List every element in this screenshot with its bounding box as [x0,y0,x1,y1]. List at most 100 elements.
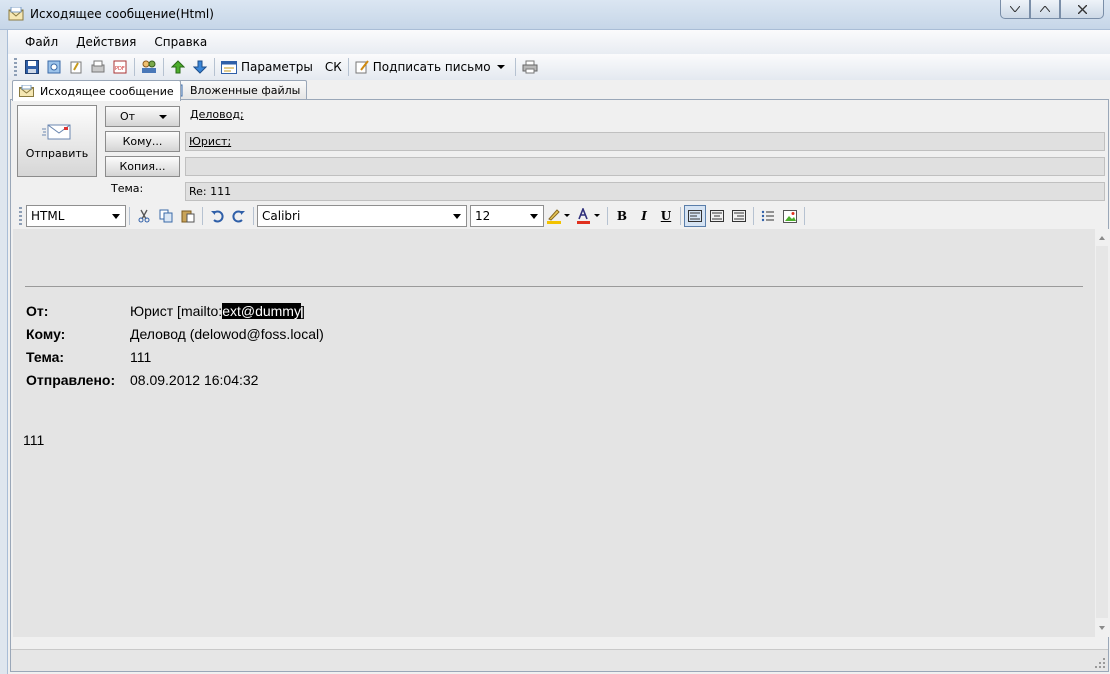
mode-select[interactable]: HTML [26,205,126,227]
menu-help[interactable]: Справка [145,30,216,54]
highlighter-icon [547,209,570,224]
quoted-subject-label: Тема: [26,349,65,365]
undo-icon [211,210,224,223]
paste-button[interactable] [177,205,199,227]
window-client: Файл Действия Справка PDF Параметры СК П… [7,30,1110,674]
envelope-icon [19,85,34,97]
size-select[interactable]: 12 [470,205,544,227]
send-label: Отправить [25,146,89,160]
align-right-button[interactable] [728,205,750,227]
printer-icon [522,60,538,74]
attachment-icon [70,61,82,74]
font-color-button[interactable] [574,205,604,227]
align-right-icon [732,210,746,222]
message-body-editor[interactable]: От: Юрист [mailto:ext@dummy] Кому: Делов… [13,229,1095,637]
scroll-up-icon [1099,236,1105,240]
from-dropdown[interactable]: От [105,106,180,127]
bullet-list-button[interactable] [757,205,779,227]
underline-button[interactable]: U [655,205,677,227]
parameters-button[interactable]: Параметры [218,56,316,78]
cc-field[interactable] [185,157,1105,176]
menu-actions[interactable]: Действия [67,30,145,54]
menu-bar: Файл Действия Справка [8,30,1110,54]
send-icon [42,124,71,139]
mode-value: HTML [31,209,65,223]
sign-icon [355,60,369,74]
insert-image-button[interactable] [779,205,801,227]
format-toolbar: HTML Calibri 12 B I U [19,203,1109,229]
quoted-to-label: Кому: [26,326,66,342]
toolbar-separator [680,207,681,225]
align-left-button[interactable] [684,205,706,227]
cc-button-label: Копия... [119,160,166,173]
resize-grip-icon[interactable] [1094,657,1106,669]
contacts-button[interactable] [138,56,160,78]
redo-button[interactable] [228,205,250,227]
subject-field[interactable]: Re: 111 [185,182,1105,201]
toolbar-grip[interactable] [14,58,17,76]
align-center-button[interactable] [706,205,728,227]
maximize-button[interactable] [1030,0,1060,19]
to-recipient[interactable]: Юрист; [189,135,231,148]
size-value: 12 [475,209,491,223]
move-down-button[interactable] [189,56,211,78]
to-field[interactable]: Юрист; [185,132,1105,151]
toolbar-separator [804,207,805,225]
body-text: 111 [23,432,45,448]
to-button[interactable]: Кому... [105,131,180,152]
quoted-to-value: Деловод (delowod@foss.local) [130,326,324,342]
minimize-button[interactable] [1000,0,1030,19]
tab-attachments-label: Вложенные файлы [190,84,301,97]
toolbar-separator [214,58,215,76]
pdf-button[interactable]: PDF [109,56,131,78]
highlight-color-button[interactable] [544,205,574,227]
toolbar-separator [347,58,349,76]
send-button[interactable]: Отправить [17,105,97,177]
tab-outgoing-label: Исходящее сообщение [40,84,174,98]
main-toolbar: PDF Параметры СК Подписать письмо [8,54,1110,80]
bold-button[interactable]: B [611,205,633,227]
menu-file[interactable]: Файл [16,30,67,54]
chevron-down-icon [159,115,167,119]
envelope-icon [8,7,24,21]
toolbar-separator [753,207,754,225]
ck-label: СК [324,60,342,74]
cut-button[interactable] [133,205,155,227]
redo-icon [232,210,245,223]
from-value[interactable]: Деловод; [190,108,244,121]
quoted-subject-value: 111 [130,349,152,365]
message-panel: Отправить От Деловод; Кому... Юрист; Коп… [10,99,1109,672]
scrollbar-thumb[interactable] [1096,246,1108,618]
cc-button[interactable]: Копия... [105,156,180,177]
save-button[interactable] [21,56,43,78]
bullet-list-icon [761,210,774,222]
to-button-label: Кому... [122,135,163,148]
scan-button[interactable] [87,56,109,78]
toolbar-grip[interactable] [19,207,22,225]
sign-letter-button[interactable]: Подписать письмо [352,56,512,78]
attach-button[interactable] [65,56,87,78]
vertical-scrollbar[interactable] [1095,229,1109,637]
chevron-up-icon [1040,6,1050,12]
chevron-down-icon [1010,6,1020,12]
parameters-label: Параметры [241,60,313,74]
font-select[interactable]: Calibri [257,205,467,227]
toolbar-separator [129,207,130,225]
selected-text[interactable]: ext@dummy [222,303,301,319]
quoted-from-value: Юрист [mailto:ext@dummy] [130,303,305,319]
address-book-button[interactable] [43,56,65,78]
undo-button[interactable] [206,205,228,227]
save-icon [25,60,39,74]
sign-letter-label: Подписать письмо [372,60,491,74]
move-up-button[interactable] [167,56,189,78]
ck-button[interactable]: СК [322,56,345,78]
tab-attachments[interactable]: Вложенные файлы [165,80,308,100]
copy-button[interactable] [155,205,177,227]
tab-outgoing-message[interactable]: Исходящее сообщение [12,80,181,101]
print-button[interactable] [519,56,541,78]
close-button[interactable] [1060,0,1104,19]
quoted-sent-value: 08.09.2012 16:04:32 [130,372,259,388]
quoted-from-label: От: [26,303,49,319]
italic-button[interactable]: I [633,205,655,227]
font-value: Calibri [262,209,301,223]
